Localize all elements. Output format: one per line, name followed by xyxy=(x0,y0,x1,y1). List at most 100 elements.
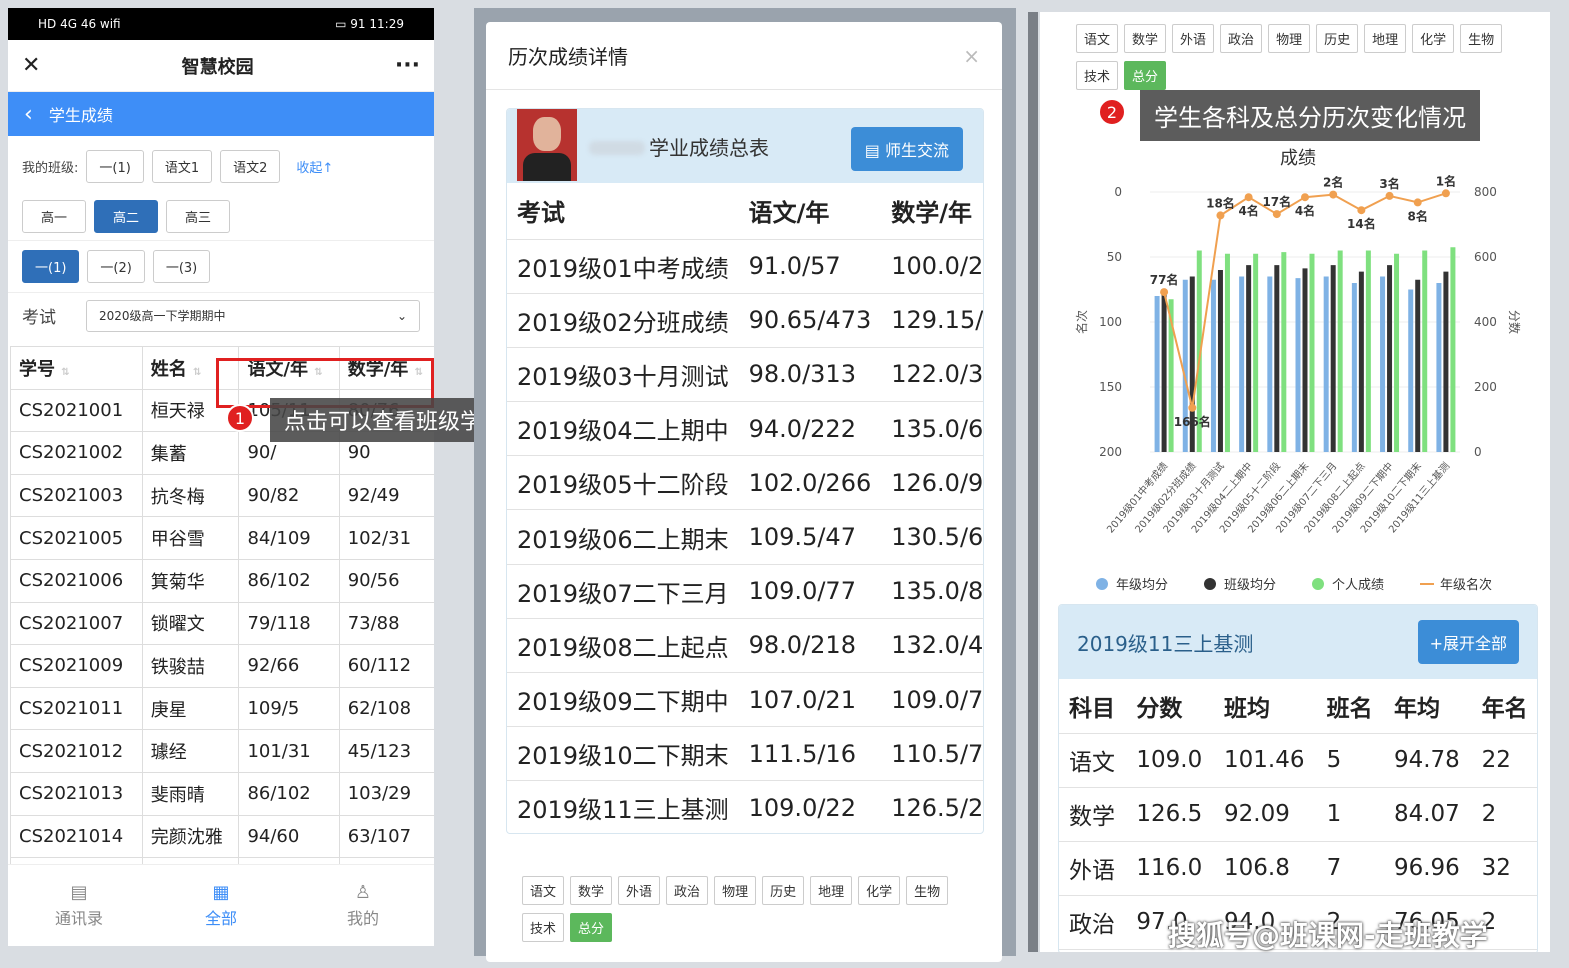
signal-icon: HD 4G 46 wifi xyxy=(38,17,121,31)
message-icon: ▤ xyxy=(864,141,885,160)
subject-chip[interactable]: 政治 xyxy=(666,876,709,905)
subject-chip[interactable]: 地理 xyxy=(1364,24,1407,53)
subject-chip[interactable]: 历史 xyxy=(1316,24,1359,53)
subject-chip[interactable]: 化学 xyxy=(858,876,901,905)
grade-chip-selected[interactable]: 高二 xyxy=(94,199,159,233)
col-header[interactable]: 学号 ⇅ xyxy=(10,346,143,390)
table-cell: 2019级07二下三月 xyxy=(507,564,739,619)
grade-chip[interactable]: 高一 xyxy=(22,199,87,233)
class-chip[interactable]: 语文2 xyxy=(220,149,281,183)
subject-chip[interactable]: 外语 xyxy=(1172,24,1215,53)
close-icon[interactable]: ✕ xyxy=(22,53,40,78)
contact-button[interactable]: ▤ 师生交流 xyxy=(850,127,963,171)
more-icon[interactable]: ··· xyxy=(395,53,420,78)
table-row[interactable]: CS2021014 完颜沈雅 94/60 63/107 xyxy=(10,814,434,859)
table-cell: 2019级08二上起点 xyxy=(507,618,739,674)
table-row[interactable]: CS2021011 庚星 109/5 62/108 xyxy=(10,686,434,731)
table-cell: 86/102 xyxy=(238,558,340,603)
grade-chip[interactable]: 高三 xyxy=(166,199,231,233)
subject-chip[interactable]: 生物 xyxy=(906,876,949,905)
table-cell: 璩经 xyxy=(141,729,240,773)
rank-point xyxy=(1216,211,1225,220)
exam-select[interactable]: 2020级高一下学期期中 ⌄ xyxy=(86,299,420,332)
rank-label: 14名 xyxy=(1347,216,1376,231)
subject-chip[interactable]: 地理 xyxy=(810,876,853,905)
table-row[interactable]: CS2021009 铁骏喆 92/66 60/112 xyxy=(10,644,434,688)
subject-chip[interactable]: 物理 xyxy=(1268,24,1311,53)
table-cell: 集蓄 xyxy=(141,431,240,475)
exam-row: 考试 2020级高一下学期期中 ⌄ xyxy=(8,292,434,338)
table-cell: 60/112 xyxy=(338,644,434,688)
table-header-row: 科目 分数 班均 班名 年均 年名 xyxy=(1059,679,1537,734)
class-chip[interactable]: 一(1) xyxy=(86,149,144,183)
table-cell: 96.96 xyxy=(1383,841,1472,896)
legend-swatch xyxy=(1096,578,1108,590)
expand-all-button[interactable]: +展开全部 xyxy=(1417,620,1519,664)
legend-label[interactable]: 年级均分 xyxy=(1116,578,1168,593)
rank-point xyxy=(1329,190,1338,199)
table-row[interactable]: CS2021006 箕菊华 86/102 90/56 xyxy=(10,558,434,603)
subject-chip-selected[interactable]: 总分 xyxy=(1124,61,1167,90)
section-chip[interactable]: 一(3) xyxy=(152,250,211,283)
panel-title: 2019级11三上基测 xyxy=(1077,631,1254,656)
nav-bar: ‹ 学生成绩 xyxy=(8,92,434,136)
chevron-down-icon: ⌄ xyxy=(396,308,407,323)
table-row: 2019级11三上基测 109.0/22 126.5/2 xyxy=(507,780,983,833)
table-row: 2019级08二上起点 98.0/218 132.0/4 xyxy=(507,618,983,674)
table-cell: 135.0/6 xyxy=(881,401,983,457)
table-row: 2019级03十月测试98.0/313122.0/30 xyxy=(507,347,983,403)
table-cell: 109.0/7 xyxy=(881,672,983,728)
subject-chip[interactable]: 政治 xyxy=(1220,24,1263,53)
tab-all[interactable]: ▦ 全部 xyxy=(150,865,292,946)
subject-chip[interactable]: 数学 xyxy=(570,876,613,905)
subject-chip[interactable]: 外语 xyxy=(618,876,661,905)
subject-chip[interactable]: 语文 xyxy=(522,876,565,905)
table-cell: 73/88 xyxy=(338,601,434,646)
col-header: 数学/年 xyxy=(881,183,983,240)
subject-chip[interactable]: 语文 xyxy=(1076,24,1119,53)
table-cell: CS2021013 xyxy=(10,771,143,816)
subject-chip[interactable]: 技术 xyxy=(1076,61,1119,90)
tab-mine[interactable]: ♙ 我的 xyxy=(292,865,434,946)
subject-chip[interactable]: 物理 xyxy=(714,876,757,905)
table-cell: 1 xyxy=(1316,787,1384,842)
subject-chip[interactable]: 化学 xyxy=(1412,24,1455,53)
y-left-tick: 50 xyxy=(1107,250,1122,264)
y-left-tick: 150 xyxy=(1099,380,1122,394)
close-icon[interactable]: × xyxy=(963,44,980,68)
table-cell: 101/31 xyxy=(238,729,340,773)
table-cell: 79/118 xyxy=(238,601,340,646)
tab-contacts[interactable]: ▤ 通讯录 xyxy=(8,865,150,946)
subject-chip[interactable]: 历史 xyxy=(762,876,805,905)
subject-chip[interactable]: 数学 xyxy=(1124,24,1167,53)
subject-chip[interactable]: 技术 xyxy=(522,913,565,942)
modal-header: 历次成绩详情 × xyxy=(486,22,1002,90)
rank-point xyxy=(1301,193,1309,202)
legend-label[interactable]: 年级名次 xyxy=(1440,577,1492,593)
table-cell: 129.15/13 xyxy=(881,293,983,348)
table-row[interactable]: CS2021012 璩经 101/31 45/123 xyxy=(10,729,434,773)
bar-年级均分 xyxy=(1408,289,1414,452)
table-row[interactable]: CS2021003 抗冬梅 90/82 92/49 xyxy=(10,473,434,518)
subject-chip[interactable]: 生物 xyxy=(1460,24,1503,53)
back-icon[interactable]: ‹ xyxy=(24,102,33,127)
legend-label[interactable]: 班级均分 xyxy=(1224,578,1276,593)
legend-label[interactable]: 个人成绩 xyxy=(1332,578,1384,593)
section-chip[interactable]: 一(2) xyxy=(87,250,145,283)
subject-chip-selected[interactable]: 总分 xyxy=(570,913,613,942)
table-cell: 2019级11三上基测 xyxy=(507,780,739,833)
table-row[interactable]: CS2021013 斐雨晴 86/102 103/29 xyxy=(10,771,434,816)
status-bar: HD 4G 46 wifi ▭ 91 11:29 xyxy=(8,8,434,40)
col-header: 班名 xyxy=(1316,679,1384,734)
rank-point xyxy=(1160,288,1169,297)
section-chip-selected[interactable]: 一(1) xyxy=(22,250,80,283)
class-chip[interactable]: 语文1 xyxy=(151,149,213,183)
table-row[interactable]: CS2021005 甲谷雪 84/109 102/31 xyxy=(10,516,434,560)
table-row[interactable]: CS2021007 锁曜文 79/118 73/88 xyxy=(10,601,434,646)
collapse-link[interactable]: 收起↑ xyxy=(296,157,333,176)
grid-icon: ▦ xyxy=(212,882,230,903)
bar-班级均分 xyxy=(1330,265,1336,452)
col-header: 科目 xyxy=(1059,679,1127,734)
table-cell: 2019级04二上期中 xyxy=(507,401,739,457)
table-cell: CS2021003 xyxy=(10,473,143,518)
